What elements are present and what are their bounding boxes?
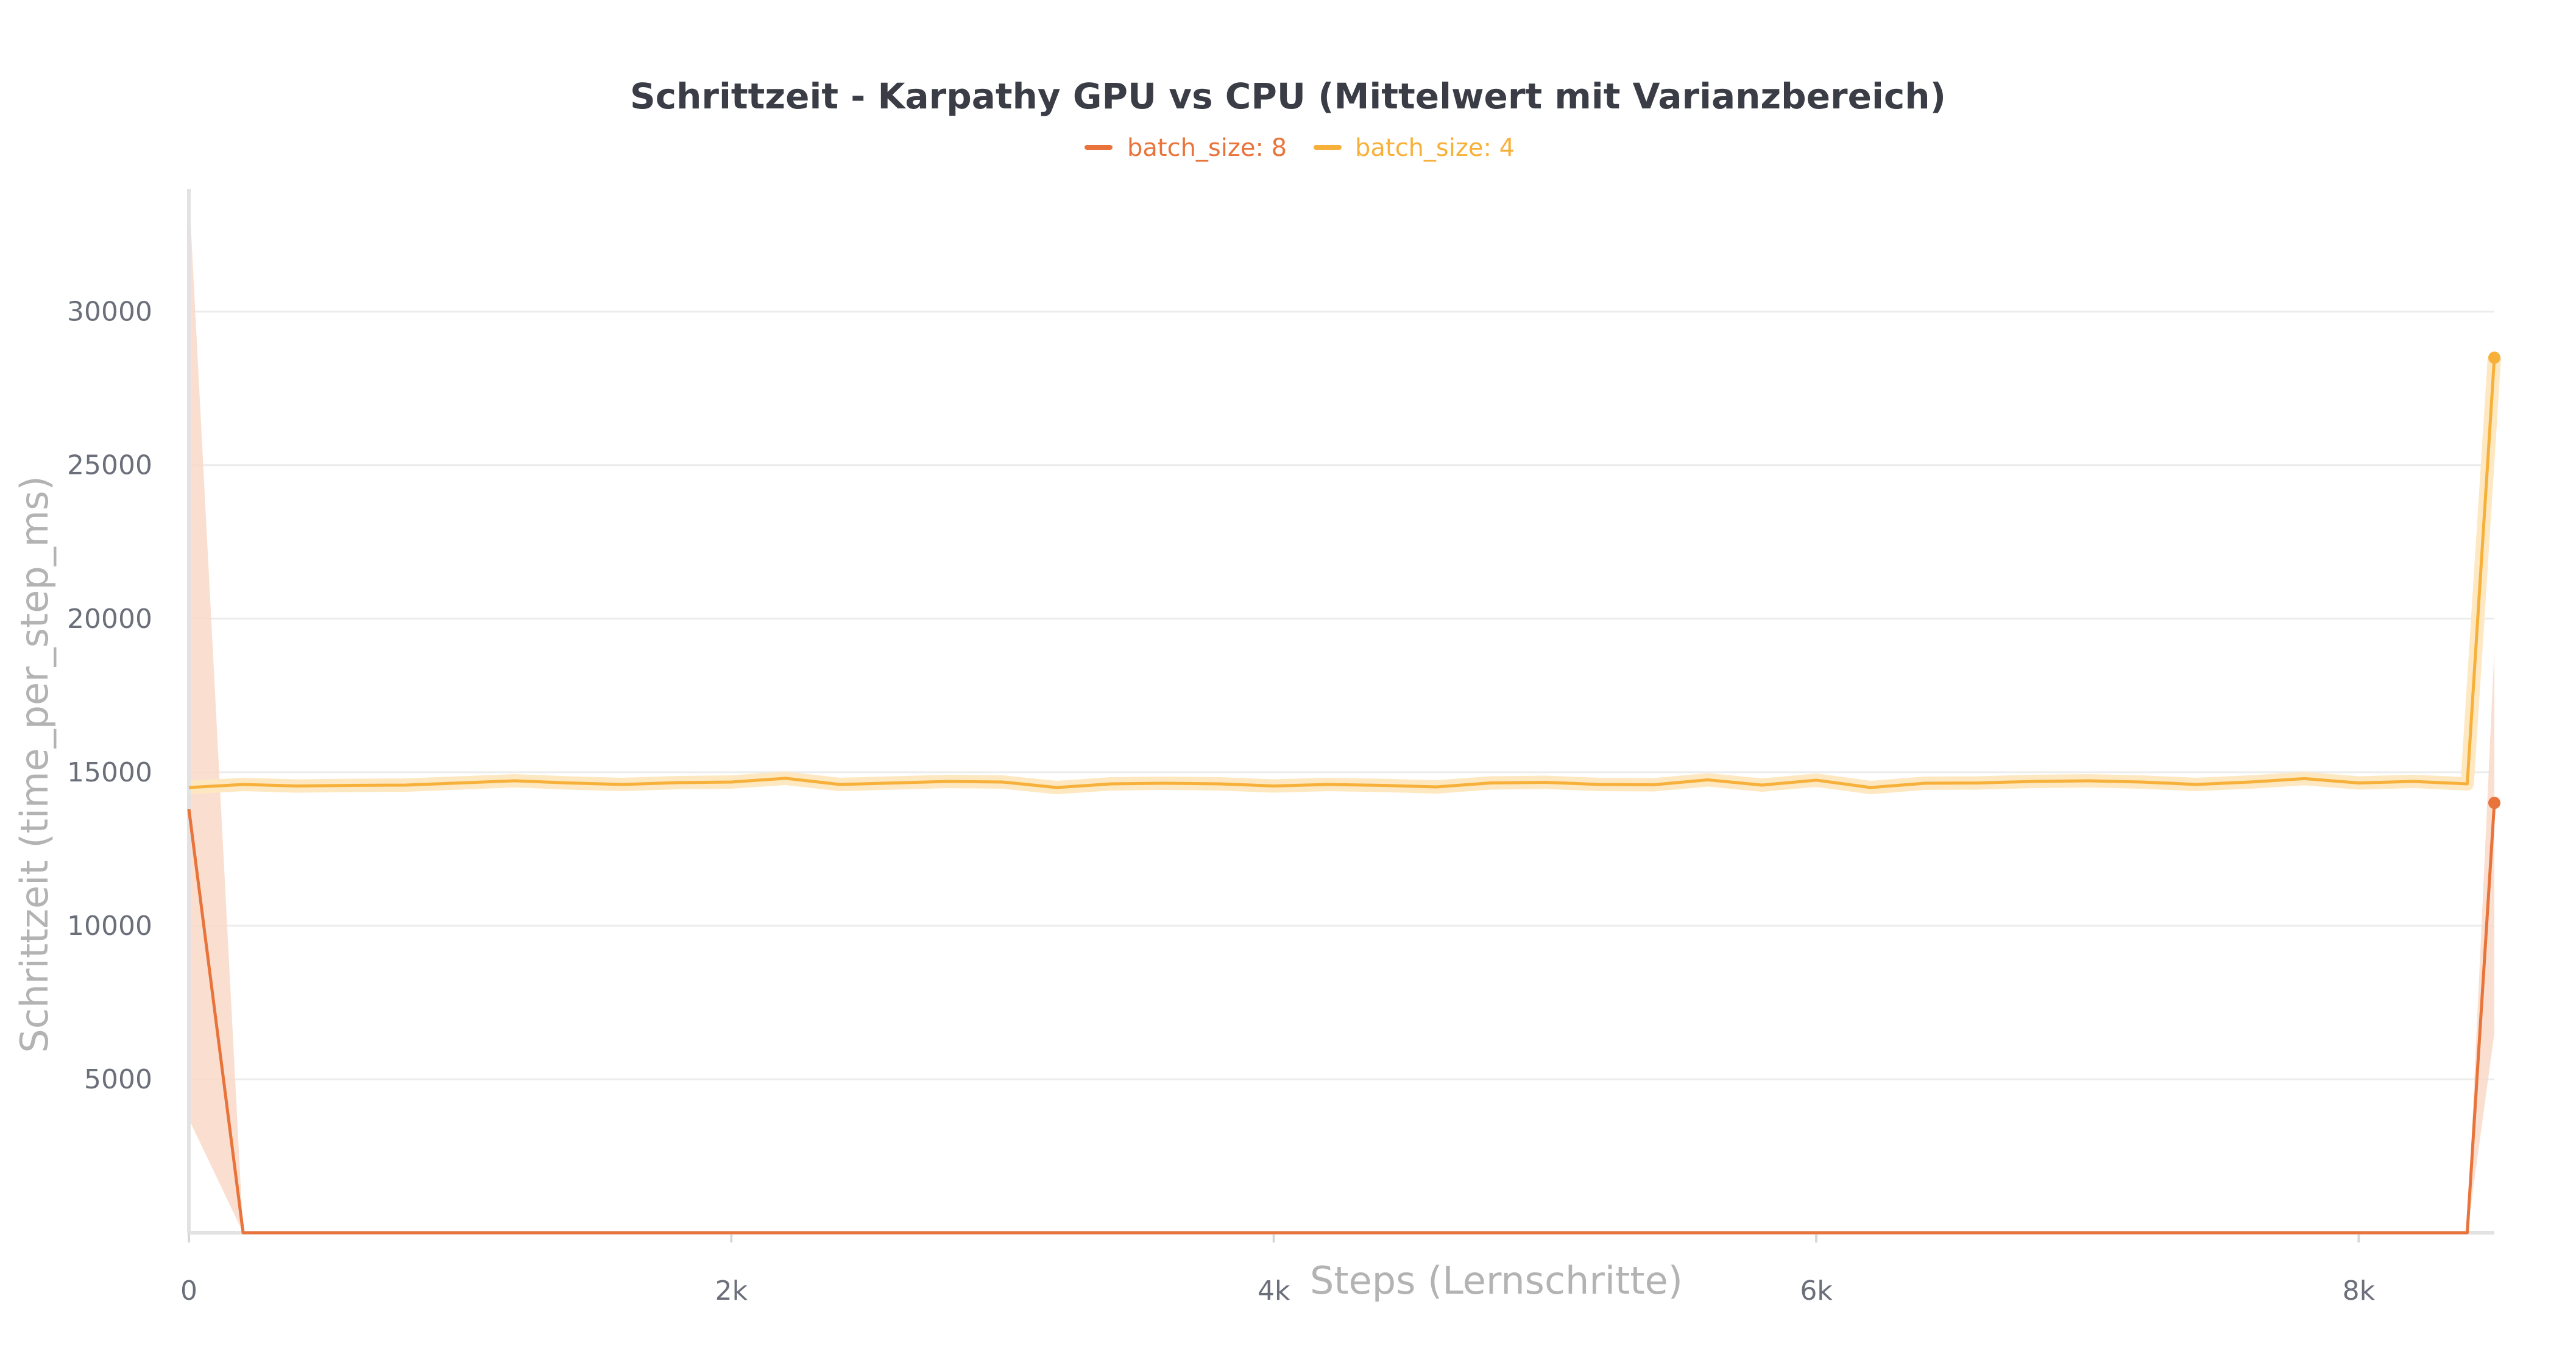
y-tick-label: 25000: [67, 450, 152, 481]
y-tick-label: 10000: [67, 911, 152, 942]
end-point-batch-size-8[interactable]: [2488, 797, 2500, 809]
series-lines: [187, 351, 2500, 1235]
grid-lines: [189, 311, 2494, 1080]
tick-labels: 5000 10000 15000 20000 25000 30000 0 2k 4k 6k 8k: [67, 297, 2376, 1306]
legend-item-batch-size-8[interactable]: batch_size: 8: [1085, 134, 1287, 162]
y-tick-label: 5000: [84, 1064, 152, 1095]
end-point-batch-size-4[interactable]: [2488, 351, 2500, 364]
variance-bands: [188, 189, 2501, 1233]
x-tick-label: 0: [180, 1275, 197, 1306]
legend-label-batch-size-4: batch_size: 4: [1355, 134, 1515, 162]
chart: Schrittzeit - Karpathy GPU vs CPU (Mitte…: [12, 76, 2501, 1306]
x-tick-label: 6k: [1800, 1275, 1833, 1306]
legend-label-batch-size-8: batch_size: 8: [1127, 134, 1287, 162]
chart-title: Schrittzeit - Karpathy GPU vs CPU (Mitte…: [630, 76, 1946, 117]
axes: [187, 189, 2494, 1242]
series-line-batch-size-4[interactable]: [188, 358, 2496, 789]
variance-band-batch-size-4: [188, 357, 2501, 795]
x-tick-label: 2k: [715, 1275, 748, 1306]
legend-item-batch-size-4[interactable]: batch_size: 4: [1314, 134, 1515, 162]
y-tick-label: 30000: [67, 297, 152, 328]
x-tick-label: 4k: [1258, 1275, 1290, 1306]
legend: batch_size: 8 batch_size: 4: [1085, 134, 1515, 162]
variance-band-batch-size-8: [189, 189, 2494, 1233]
y-tick-label: 20000: [67, 604, 152, 635]
x-tick-label: 8k: [2343, 1275, 2376, 1306]
x-axis-title: Steps (Lernschritte): [1310, 1258, 1683, 1303]
series-line-batch-size-8[interactable]: [187, 803, 2496, 1235]
y-tick-label: 15000: [67, 757, 152, 788]
y-axis-title: Schrittzeit (time_per_step_ms): [12, 476, 57, 1052]
